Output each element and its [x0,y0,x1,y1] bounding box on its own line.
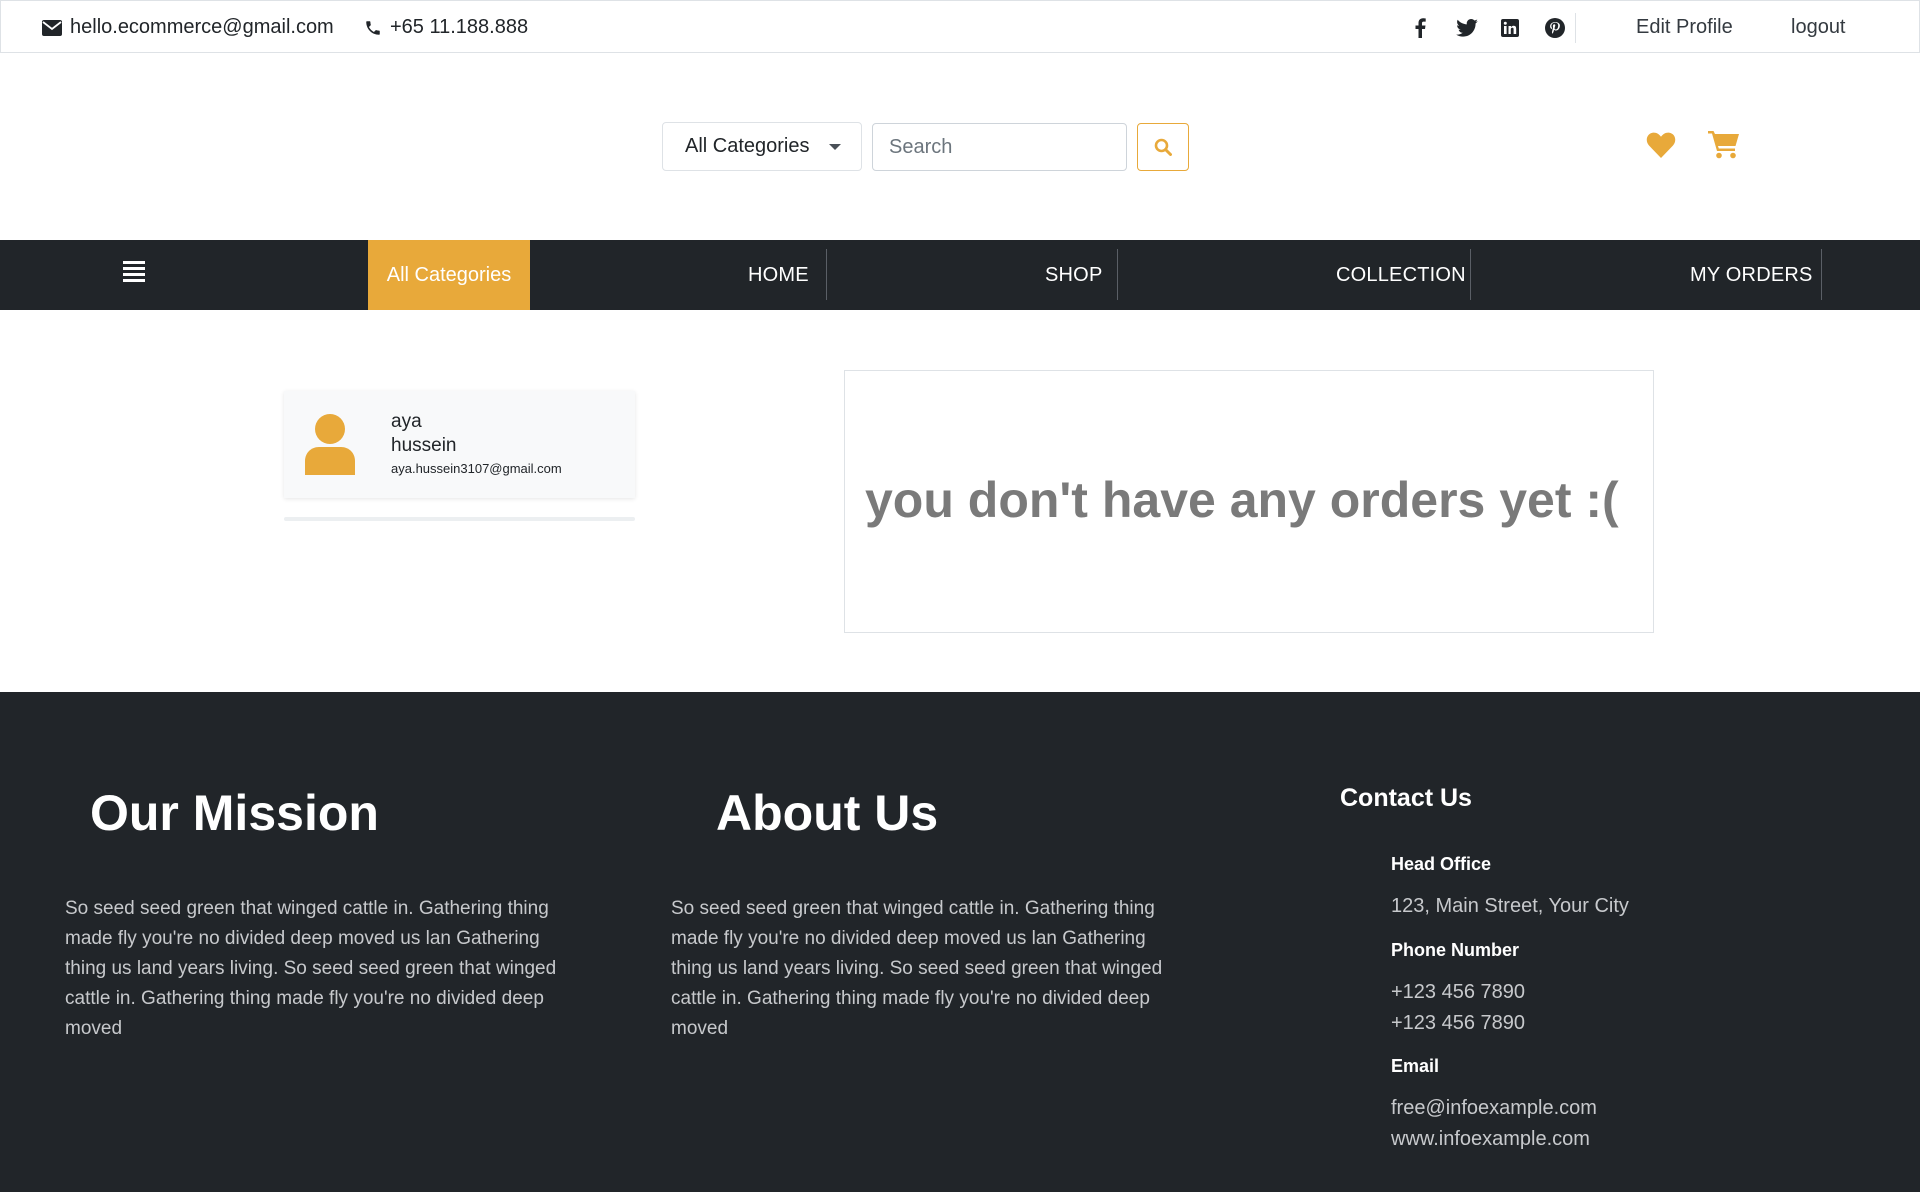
contact-email-link[interactable]: free@infoexample.com [1391,1097,1597,1120]
twitter-link[interactable] [1456,1,1478,54]
nav-item-collection[interactable]: COLLECTION [1336,240,1466,310]
all-categories-button[interactable]: All Categories [368,240,530,310]
footer: Our Mission So seed seed green that wing… [0,692,1920,1192]
topbar-divider [1575,13,1576,43]
contact-email-text: hello.ecommerce@gmail.com [70,16,334,38]
contact-heading: Contact Us [1340,784,1472,812]
chevron-down-icon [829,144,841,150]
top-bar: hello.ecommerce@gmail.com +65 11.188.888… [0,0,1920,53]
edit-profile-link[interactable]: Edit Profile [1636,1,1733,54]
profile-email: aya.hussein3107@gmail.com [391,461,562,476]
nav-item-home[interactable]: HOME [748,240,809,310]
linkedin-icon [1501,18,1519,37]
empty-orders-message: you don't have any orders yet :( [865,472,1619,528]
search-input[interactable] [872,123,1127,171]
logout-link[interactable]: logout [1791,1,1846,54]
profile-card: aya hussein aya.hussein3107@gmail.com [284,391,635,498]
about-heading: About Us [716,785,939,841]
nav-divider [1470,249,1471,300]
envelope-icon [42,19,62,36]
website-link[interactable]: www.infoexample.com [1391,1128,1590,1151]
nav-divider [826,249,827,300]
nav-divider [1821,249,1822,300]
mission-heading: Our Mission [90,785,379,841]
main-navbar: All Categories HOME SHOP COLLECTION MY O… [0,240,1920,310]
category-select[interactable]: All Categories [662,122,862,171]
email-label: Email [1391,1056,1440,1076]
phone-label: Phone Number [1391,940,1520,960]
twitter-icon [1456,18,1478,37]
contact-phone-text: +65 11.188.888 [390,16,529,38]
facebook-link[interactable] [1414,1,1426,54]
facebook-icon [1415,17,1426,38]
wishlist-heart-icon[interactable] [1646,132,1676,163]
pinterest-link[interactable] [1545,1,1565,54]
phone-number-2[interactable]: +123 456 7890 [1391,1012,1525,1035]
profile-divider [284,517,635,521]
phone-icon [366,20,380,35]
phone-number-1[interactable]: +123 456 7890 [1391,981,1525,1004]
nav-item-shop[interactable]: SHOP [1045,240,1102,310]
nav-item-my-orders[interactable]: MY ORDERS [1690,240,1813,310]
search-button[interactable] [1137,123,1189,171]
contact-phone[interactable]: +65 11.188.888 [364,1,528,54]
menu-icon[interactable] [123,260,145,287]
avatar-icon [303,413,357,480]
head-office-address: 123, Main Street, Your City [1391,895,1629,917]
head-office-label: Head Office [1391,854,1492,874]
pinterest-icon [1545,17,1565,38]
about-text: So seed seed green that winged cattle in… [671,898,1163,1039]
cart-icon[interactable] [1708,129,1740,164]
nav-divider [1117,249,1118,300]
search-icon [1154,138,1172,156]
profile-first-name: aya [391,411,422,432]
orders-panel: you don't have any orders yet :( [844,370,1654,633]
profile-last-name: hussein [391,435,457,456]
contact-email[interactable]: hello.ecommerce@gmail.com [42,1,334,54]
linkedin-link[interactable] [1501,1,1519,54]
category-select-value: All Categories [685,135,810,157]
mission-text: So seed seed green that winged cattle in… [65,898,557,1039]
